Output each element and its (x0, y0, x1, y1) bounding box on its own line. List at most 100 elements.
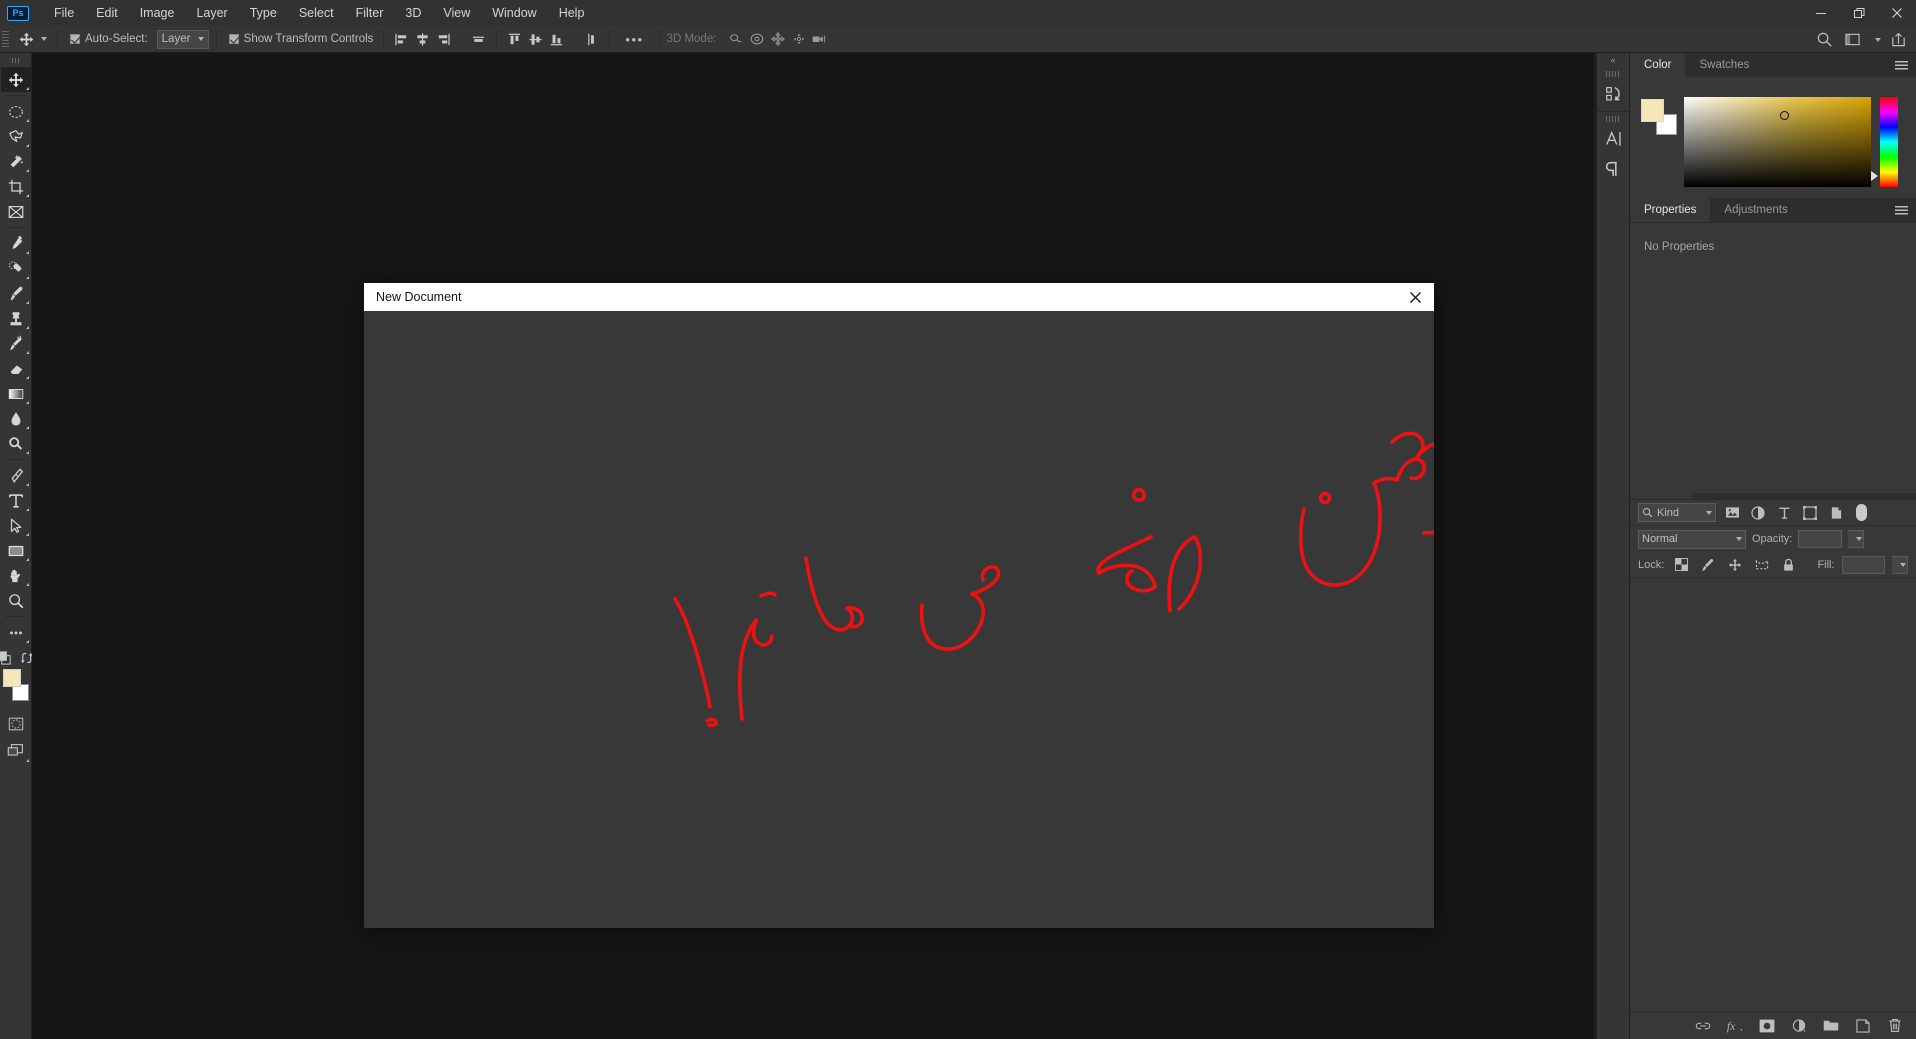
lock-all-button[interactable] (1779, 555, 1799, 575)
active-tool-picker[interactable] (13, 28, 50, 51)
lock-artboard-nesting-button[interactable] (1752, 555, 1772, 575)
align-right-edges-button[interactable] (433, 29, 454, 50)
tab-adjustments[interactable]: Adjustments (1710, 198, 1802, 222)
workspace-switcher-button[interactable] (1838, 28, 1866, 52)
blend-mode-dropdown[interactable]: Normal (1638, 529, 1746, 549)
options-bar-grip[interactable] (2, 31, 9, 47)
new-adjustment-layer-button[interactable] (1790, 1015, 1808, 1037)
menu-file[interactable]: File (43, 0, 85, 26)
search-button[interactable] (1810, 28, 1838, 52)
tools-panel-grip[interactable] (11, 56, 20, 64)
add-layer-mask-button[interactable] (1758, 1015, 1776, 1037)
tool-elliptical-marquee[interactable] (1, 99, 31, 124)
filter-smart-object-button[interactable] (1826, 503, 1846, 523)
tool-clone-stamp[interactable] (1, 306, 31, 331)
align-horizontal-centers-button[interactable] (412, 29, 433, 50)
history-panel-button[interactable] (1597, 79, 1631, 109)
zoom-camera-3d-button[interactable] (809, 29, 830, 50)
tool-gradient[interactable] (1, 381, 31, 406)
tool-spot-healing-brush[interactable] (1, 256, 31, 281)
lock-position-button[interactable] (1725, 555, 1745, 575)
rail-grip[interactable] (1606, 69, 1620, 78)
auto-select-checkbox[interactable]: Auto-Select: (65, 28, 151, 51)
tool-lasso[interactable] (1, 124, 31, 149)
tool-blur[interactable] (1, 406, 31, 431)
filter-pixel-button[interactable] (1722, 503, 1742, 523)
menu-filter[interactable]: Filter (345, 0, 395, 26)
workspace-area[interactable]: New Document (32, 53, 1594, 1039)
menu-view[interactable]: View (432, 0, 481, 26)
tool-eyedropper[interactable] (1, 231, 31, 256)
menu-window[interactable]: Window (481, 0, 547, 26)
align-bottom-edges-button[interactable] (546, 29, 567, 50)
tool-eraser[interactable] (1, 356, 31, 381)
filter-adjustment-button[interactable] (1748, 503, 1768, 523)
tool-crop[interactable] (1, 174, 31, 199)
close-button[interactable] (1878, 0, 1916, 26)
lock-transparent-pixels-button[interactable] (1671, 555, 1691, 575)
screen-mode-button[interactable] (1, 736, 31, 764)
tool-dodge[interactable] (1, 431, 31, 456)
color-panel-menu-button[interactable] (1892, 53, 1910, 77)
orbit-3d-button[interactable] (725, 29, 746, 50)
tab-properties[interactable]: Properties (1630, 198, 1711, 222)
new-layer-button[interactable] (1854, 1015, 1872, 1037)
roll-3d-button[interactable] (746, 29, 767, 50)
tool-history-brush[interactable] (1, 331, 31, 356)
auto-select-target-dropdown[interactable]: Layer (156, 29, 209, 49)
tab-swatches[interactable]: Swatches (1685, 53, 1764, 77)
hue-slider[interactable] (1880, 97, 1898, 187)
dialog-close-button[interactable] (1402, 285, 1428, 309)
tool-zoom[interactable] (1, 588, 31, 613)
tool-path-selection[interactable] (1, 513, 31, 538)
tab-color[interactable]: Color (1630, 53, 1686, 77)
workspace-chevron-button[interactable] (1866, 28, 1884, 52)
layer-list[interactable] (1630, 578, 1916, 1011)
delete-layer-button[interactable] (1886, 1015, 1904, 1037)
layer-filter-toggle[interactable] (1856, 504, 1867, 521)
tool-brush[interactable] (1, 281, 31, 306)
tool-rectangle[interactable] (1, 538, 31, 563)
distribute-vertically-button[interactable] (581, 29, 602, 50)
layer-style-button[interactable]: fx (1726, 1015, 1744, 1037)
menu-select[interactable]: Select (288, 0, 345, 26)
align-vertical-centers-button[interactable] (525, 29, 546, 50)
tool-pen[interactable] (1, 463, 31, 488)
filter-type-button[interactable] (1774, 503, 1794, 523)
share-button[interactable] (1884, 28, 1912, 52)
lock-image-pixels-button[interactable] (1698, 555, 1718, 575)
align-top-edges-button[interactable] (504, 29, 525, 50)
show-transform-controls-checkbox[interactable]: Show Transform Controls (224, 28, 377, 51)
hue-slider-handle[interactable] (1871, 171, 1878, 181)
filter-shape-button[interactable] (1800, 503, 1820, 523)
menu-help[interactable]: Help (548, 0, 596, 26)
default-colors-button[interactable] (0, 651, 12, 665)
dialog-title-bar[interactable]: New Document (364, 283, 1434, 311)
menu-type[interactable]: Type (239, 0, 288, 26)
color-swatches[interactable] (1, 669, 31, 701)
link-layers-button[interactable] (1694, 1015, 1712, 1037)
fill-stepper[interactable] (1892, 555, 1909, 574)
menu-image[interactable]: Image (129, 0, 186, 26)
opacity-input[interactable] (1798, 530, 1843, 548)
tool-hand[interactable] (1, 563, 31, 588)
opacity-stepper[interactable] (1848, 530, 1865, 548)
color-panel-swatches[interactable] (1641, 99, 1677, 135)
align-left-edges-button[interactable] (391, 29, 412, 50)
properties-panel-menu-button[interactable] (1892, 198, 1910, 222)
fill-input[interactable] (1841, 555, 1886, 574)
character-panel-button[interactable] (1597, 124, 1631, 154)
tool-horizontal-type[interactable] (1, 488, 31, 513)
menu-edit[interactable]: Edit (85, 0, 129, 26)
distribute-horizontally-button[interactable] (468, 29, 489, 50)
menu-layer[interactable]: Layer (185, 0, 238, 26)
rail-collapse-button[interactable]: « (1597, 53, 1629, 67)
foreground-color-swatch[interactable] (1641, 99, 1664, 122)
layer-filter-kind-dropdown[interactable]: Kind (1638, 503, 1716, 522)
tool-edit-toolbar[interactable] (1, 620, 31, 645)
new-group-button[interactable] (1822, 1015, 1840, 1037)
quick-mask-button[interactable] (1, 711, 31, 736)
color-picker-field[interactable] (1684, 97, 1871, 187)
tool-magic-wand[interactable] (1, 149, 31, 174)
menu-3d[interactable]: 3D (394, 0, 432, 26)
